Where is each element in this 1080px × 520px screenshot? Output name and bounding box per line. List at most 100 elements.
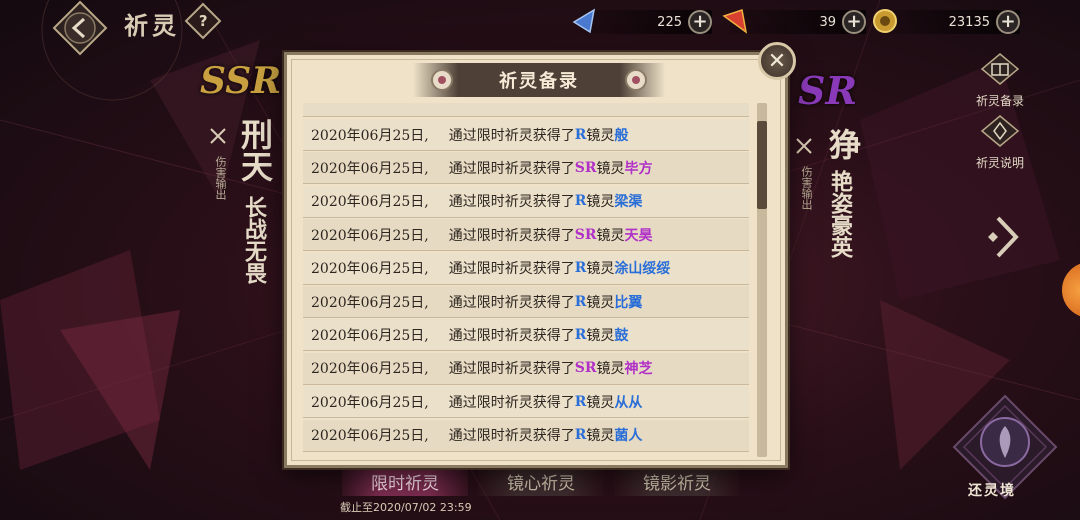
currency-gold-coin: 23135 + — [873, 9, 1020, 34]
help-icon: ? — [198, 11, 208, 30]
record-message: 通过限时祈灵获得了 — [448, 261, 575, 278]
ornament-icon — [625, 69, 647, 91]
deadline-text: 截止至2020/07/02 23:59 — [340, 501, 472, 514]
record-type: 镜灵 — [596, 160, 625, 177]
instructions-button-label: 祈灵说明 — [975, 156, 1024, 170]
instructions-button[interactable]: 祈灵说明 — [970, 114, 1030, 171]
record-rarity: R — [574, 260, 587, 277]
record-type: 镜灵 — [596, 361, 625, 378]
record-rarity: R — [574, 293, 587, 310]
record-message: 通过限时祈灵获得了 — [448, 327, 575, 344]
record-type: 镜灵 — [586, 394, 615, 411]
crossed-swords-icon — [796, 138, 812, 154]
red-crystal-icon — [722, 9, 748, 34]
record-rarity: R — [574, 326, 587, 343]
record-date: 2020年06月25日, — [311, 428, 429, 445]
record-message: 通过限时祈灵获得了 — [448, 127, 575, 144]
record-date: 2020年06月25日, — [311, 394, 429, 411]
add-red-crystal-button[interactable]: + — [842, 10, 866, 34]
return-realm-label: 还灵境 — [968, 483, 1016, 499]
back-arrow-icon — [52, 0, 108, 56]
list-item: 2020年06月25日, 通过限时祈灵获得了 R 镜灵鼓 — [303, 319, 749, 352]
record-message: 通过限时祈灵获得了 — [448, 160, 575, 177]
record-message: 通过限时祈灵获得了 — [448, 394, 575, 411]
scrollbar[interactable] — [757, 103, 767, 457]
record-message: 通过限时祈灵获得了 — [448, 294, 575, 311]
modal-header: 祈灵备录 — [413, 63, 665, 97]
record-modal: 祈灵备录 2020年06月25日, 通过限时祈灵获得了 R 镜灵般 2020年06月25… — [284, 52, 788, 468]
record-name: 菌人 — [614, 428, 643, 445]
book-icon — [980, 53, 1020, 85]
add-gold-coin-button[interactable]: + — [996, 10, 1020, 34]
list-item-partial — [303, 103, 749, 117]
close-button[interactable]: ✕ — [758, 42, 796, 80]
right-character-name: 狰 — [824, 128, 862, 160]
list-item: 2020年06月25日, 通过限时祈灵获得了 R 镜灵 比翼 — [303, 286, 749, 318]
record-name: 鼓 — [614, 327, 629, 344]
close-icon: ✕ — [767, 48, 787, 74]
scroll-thumb[interactable] — [757, 121, 767, 209]
record-rarity: SR — [574, 159, 597, 176]
record-date: 2020年06月25日, — [311, 294, 429, 311]
add-blue-crystal-button[interactable]: + — [688, 10, 712, 34]
list-item: 2020年06月25日, 通过限时祈灵获得了 SR 镜灵 天昊 — [303, 219, 749, 252]
record-type: 镜灵 — [586, 194, 615, 211]
record-type: 镜灵 — [586, 327, 615, 344]
record-list[interactable]: 2020年06月25日, 通过限时祈灵获得了 R 镜灵般 2020年06月25日, 通过限… — [303, 103, 749, 457]
record-name: 毕方 — [624, 160, 653, 177]
record-type: 镜灵 — [586, 127, 615, 144]
left-rarity-badge: SSR — [200, 60, 282, 102]
record-rarity: SR — [574, 226, 597, 243]
modal-title: 祈灵备录 — [499, 71, 579, 92]
record-date: 2020年06月25日, — [311, 194, 429, 211]
record-name: 梁渠 — [614, 194, 643, 211]
record-message: 通过限时祈灵获得了 — [448, 361, 575, 378]
record-date: 2020年06月25日, — [311, 327, 429, 344]
record-date: 2020年06月25日, — [311, 361, 429, 378]
left-character-name: 刑天 — [236, 118, 274, 182]
record-button[interactable]: 祈灵备录 — [970, 52, 1030, 109]
record-rarity: R — [574, 126, 587, 143]
ornament-icon — [431, 69, 453, 91]
record-date: 2020年06月25日, — [311, 227, 429, 244]
tab-mirror-shadow-pray[interactable]: 镜影祈灵 — [614, 466, 740, 496]
record-name: 般 — [614, 127, 629, 144]
record-message: 通过限时祈灵获得了 — [448, 428, 575, 445]
record-message: 通过限时祈灵获得了 — [448, 194, 575, 211]
crossed-swords-icon — [210, 128, 226, 144]
record-date: 2020年06月25日, — [311, 160, 429, 177]
record-type: 镜灵 — [586, 428, 615, 445]
record-date: 2020年06月25日, — [311, 261, 429, 278]
currency-red-crystal: 39 + — [722, 9, 866, 34]
right-rarity-badge: SR — [798, 68, 858, 113]
left-role-label: 伤害输出 — [214, 156, 227, 200]
record-type: 镜灵 — [586, 261, 615, 278]
blue-crystal-icon — [572, 8, 596, 34]
list-item: 2020年06月25日, 通过限时祈灵获得了 R 镜灵 梁渠 — [303, 185, 749, 218]
record-rarity: SR — [574, 360, 597, 377]
record-rarity: R — [574, 393, 587, 410]
record-name: 神芝 — [624, 361, 653, 378]
record-type: 镜灵 — [586, 294, 615, 311]
back-button[interactable] — [48, 0, 112, 56]
list-item: 2020年06月25日, 通过限时祈灵获得了 R 镜灵般 — [303, 119, 749, 151]
currency-blue-crystal: 225 + — [572, 8, 712, 34]
record-type: 镜灵 — [596, 227, 625, 244]
tab-mirror-heart-pray[interactable]: 镜心祈灵 — [478, 466, 604, 496]
right-character-subtitle: 艳姿豪英 — [827, 170, 853, 258]
left-character-subtitle: 长战无畏 — [241, 196, 267, 284]
list-item: 2020年06月25日, 通过限时祈灵获得了 R 镜灵 菌人 — [303, 419, 749, 452]
record-name: 比翼 — [614, 294, 643, 311]
gold-coin-icon — [873, 9, 897, 33]
list-item: 2020年06月25日, 通过限时祈灵获得了 R 镜灵 从从 — [303, 386, 749, 419]
tab-limited-pray[interactable]: 限时祈灵 — [342, 466, 468, 496]
list-item: 2020年06月25日, 通过限时祈灵获得了 SR 镜灵 毕方 — [303, 152, 749, 185]
record-name: 涂山绥绥 — [614, 261, 671, 278]
record-message: 通过限时祈灵获得了 — [448, 227, 575, 244]
info-icon — [980, 115, 1020, 147]
page-title: 祈灵 — [124, 11, 180, 40]
next-arrow-icon[interactable] — [984, 212, 1028, 262]
record-name: 天昊 — [624, 227, 653, 244]
right-role-label: 伤害输出 — [800, 166, 813, 210]
list-item: 2020年06月25日, 通过限时祈灵获得了 R 镜灵 涂山绥绥 — [303, 252, 749, 285]
